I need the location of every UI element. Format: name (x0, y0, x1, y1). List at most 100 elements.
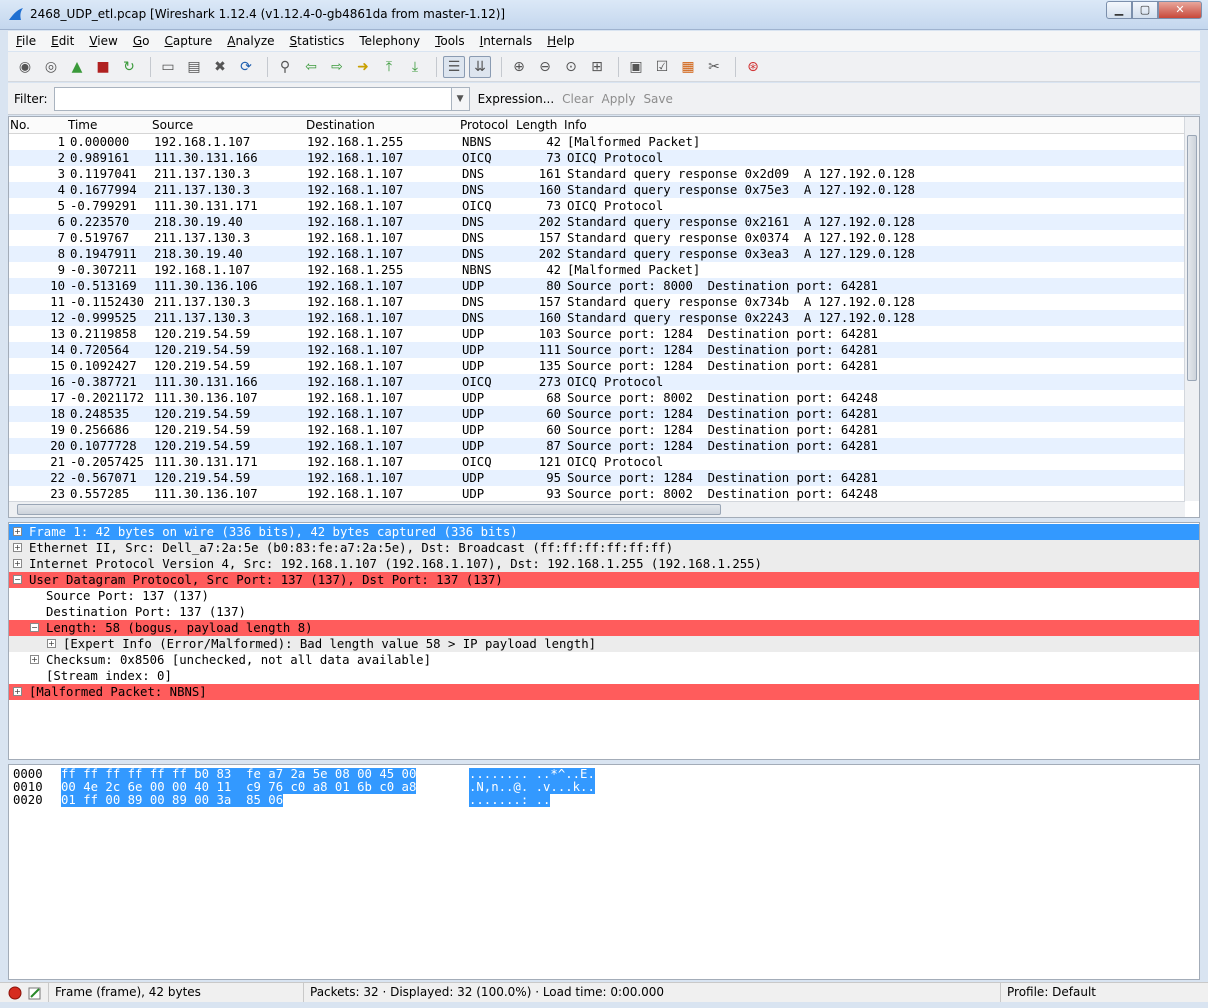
menu-item-edit[interactable]: Edit (43, 34, 81, 48)
column-header-no[interactable]: No. (10, 118, 30, 132)
tree-item[interactable]: + Ethernet II, Src: Dell_a7:2a:5e (b0:83:… (9, 540, 1199, 556)
expand-icon[interactable]: + (13, 559, 22, 568)
tree-item[interactable]: Source Port: 137 (137) (9, 588, 1199, 604)
menu-item-analyze[interactable]: Analyze (219, 34, 281, 48)
last-packet-button[interactable]: ⤓ (404, 56, 426, 78)
find-button[interactable]: ⚲ (274, 56, 296, 78)
column-header-protocol[interactable]: Protocol (460, 118, 508, 132)
start-capture-button[interactable]: ▲ (66, 56, 88, 78)
packet-row[interactable]: 1 0.000000 192.168.1.107 192.168.1.255 NBNS 4… (9, 134, 1185, 150)
preferences-button[interactable]: ✂ (703, 56, 725, 78)
collapse-icon[interactable]: − (30, 623, 39, 632)
packet-row[interactable]: 22 -0.567071 120.219.54.59 192.168.1.107 UDP… (9, 470, 1185, 486)
tree-item[interactable]: Destination Port: 137 (137) (9, 604, 1199, 620)
expert-info-error-icon[interactable] (8, 986, 22, 1000)
close-button[interactable]: ✕ (1158, 1, 1202, 19)
packet-row[interactable]: 20 0.1077728 120.219.54.59 192.168.1.107 UDP… (9, 438, 1185, 454)
packet-row[interactable]: 12 -0.999525 211.137.130.3 192.168.1.107 DNS… (9, 310, 1185, 326)
stop-capture-button[interactable]: ■ (92, 56, 114, 78)
collapse-icon[interactable]: − (13, 575, 22, 584)
maximize-button[interactable]: ▢ (1132, 1, 1158, 19)
tree-item[interactable]: + [Expert Info (Error/Malformed): Bad len… (9, 636, 1199, 652)
clear-button[interactable]: Clear (562, 92, 593, 106)
column-header-info[interactable]: Info (564, 118, 587, 132)
packet-row[interactable]: 3 0.1197041 211.137.130.3 192.168.1.107 DNS 1… (9, 166, 1185, 182)
menu-item-help[interactable]: Help (539, 34, 581, 48)
column-header-time[interactable]: Time (68, 118, 97, 132)
menu-item-telephony[interactable]: Telephony (351, 34, 427, 48)
zoom-out-button[interactable]: ⊖ (534, 56, 556, 78)
tree-item[interactable]: − User Datagram Protocol, Src Port: 137 (… (9, 572, 1199, 588)
packet-row[interactable]: 19 0.256686 120.219.54.59 192.168.1.107 UDP 6… (9, 422, 1185, 438)
packet-row[interactable]: 9 -0.307211 192.168.1.107 192.168.1.255 NBNS… (9, 262, 1185, 278)
restart-capture-button[interactable]: ↻ (118, 56, 140, 78)
filter-input[interactable] (53, 86, 452, 111)
capture-comment-icon[interactable] (28, 986, 42, 1000)
packet-list-pane[interactable]: No. Time Source Destination Protocol Len… (8, 116, 1200, 518)
menu-item-internals[interactable]: Internals (472, 34, 540, 48)
reload-button[interactable]: ⟳ (235, 56, 257, 78)
tree-item[interactable]: + Frame 1: 42 bytes on wire (336 bits), 4… (9, 524, 1199, 540)
menu-item-tools[interactable]: Tools (427, 34, 472, 48)
packet-row[interactable]: 16 -0.387721 111.30.131.166 192.168.1.107 OI… (9, 374, 1185, 390)
packet-bytes-pane[interactable]: 0000 ff ff ff ff ff ff b0 83 fe a7 2a 5e … (8, 764, 1200, 980)
expand-icon[interactable]: + (47, 639, 56, 648)
packet-details-pane[interactable]: + Frame 1: 42 bytes on wire (336 bits), 4… (8, 522, 1200, 760)
status-profile[interactable]: Profile: Default (1000, 983, 1200, 1002)
interfaces-button[interactable]: ◉ (14, 56, 36, 78)
packet-row[interactable]: 10 -0.513169 111.30.136.106 192.168.1.107 UD… (9, 278, 1185, 294)
autoscroll-button[interactable]: ⇊ (469, 55, 491, 78)
packet-row[interactable]: 5 -0.799291 111.30.131.171 192.168.1.107 OIC… (9, 198, 1185, 214)
filter-dropdown-button[interactable]: ▼ (451, 86, 470, 111)
packet-row[interactable]: 4 0.1677994 211.137.130.3 192.168.1.107 DNS 1… (9, 182, 1185, 198)
display-filters-button[interactable]: ☑ (651, 56, 673, 78)
menu-item-capture[interactable]: Capture (156, 34, 219, 48)
column-header-source[interactable]: Source (152, 118, 193, 132)
menu-item-go[interactable]: Go (125, 34, 157, 48)
scrollbar-thumb[interactable] (17, 504, 721, 515)
packet-list-horizontal-scrollbar[interactable] (9, 501, 1185, 517)
expand-icon[interactable]: + (13, 687, 22, 696)
packet-row[interactable]: 6 0.223570 218.30.19.40 192.168.1.107 DNS 202… (9, 214, 1185, 230)
zoom-in-button[interactable]: ⊕ (508, 56, 530, 78)
back-button[interactable]: ⇦ (300, 56, 322, 78)
scrollbar-thumb[interactable] (1187, 135, 1197, 381)
help-button[interactable]: ⊛ (742, 56, 764, 78)
minimize-button[interactable]: ▁ (1106, 1, 1132, 19)
tree-item[interactable]: [Stream index: 0] (9, 668, 1199, 684)
packet-row[interactable]: 23 0.557285 111.30.136.107 192.168.1.107 UDP… (9, 486, 1185, 502)
capture-filters-button[interactable]: ▣ (625, 56, 647, 78)
packet-row[interactable]: 13 0.2119858 120.219.54.59 192.168.1.107 UDP… (9, 326, 1185, 342)
goto-packet-button[interactable]: ➜ (352, 56, 374, 78)
menu-item-view[interactable]: View (81, 34, 124, 48)
expand-icon[interactable]: + (13, 543, 22, 552)
packet-row[interactable]: 14 0.720564 120.219.54.59 192.168.1.107 UDP 1… (9, 342, 1185, 358)
packet-row[interactable]: 21 -0.2057425 111.30.131.171 192.168.1.107 O… (9, 454, 1185, 470)
menu-item-file[interactable]: File (8, 34, 43, 48)
forward-button[interactable]: ⇨ (326, 56, 348, 78)
save-filter-button[interactable]: Save (643, 92, 672, 106)
packet-row[interactable]: 8 0.1947911 218.30.19.40 192.168.1.107 DNS 20… (9, 246, 1185, 262)
packet-list-vertical-scrollbar[interactable] (1184, 117, 1199, 501)
packet-row[interactable]: 15 0.1092427 120.219.54.59 192.168.1.107 UDP… (9, 358, 1185, 374)
options-button[interactable]: ◎ (40, 56, 62, 78)
packet-row[interactable]: 11 -0.1152430 211.137.130.3 192.168.1.107 DN… (9, 294, 1185, 310)
coloring-rules-button[interactable]: ▦ (677, 56, 699, 78)
tree-item[interactable]: + Checksum: 0x8506 [unchecked, not all da… (9, 652, 1199, 668)
expand-icon[interactable]: + (13, 527, 22, 536)
tree-item[interactable]: + [Malformed Packet: NBNS] (9, 684, 1199, 700)
packet-row[interactable]: 18 0.248535 120.219.54.59 192.168.1.107 UDP 6… (9, 406, 1185, 422)
save-file-button[interactable]: ▤ (183, 56, 205, 78)
close-file-button[interactable]: ✖ (209, 56, 231, 78)
apply-button[interactable]: Apply (602, 92, 636, 106)
expression-button[interactable]: Expression... (478, 92, 555, 106)
hex-ascii[interactable]: .......: .. (469, 794, 551, 807)
packet-row[interactable]: 17 -0.2021172 111.30.136.107 192.168.1.107 U… (9, 390, 1185, 406)
tree-item[interactable]: + Internet Protocol Version 4, Src: 192.1… (9, 556, 1199, 572)
column-header-destination[interactable]: Destination (306, 118, 375, 132)
packet-row[interactable]: 7 0.519767 211.137.130.3 192.168.1.107 DNS 15… (9, 230, 1185, 246)
packet-row[interactable]: 2 0.989161 111.30.131.166 192.168.1.107 OICQ… (9, 150, 1185, 166)
tree-item[interactable]: − Length: 58 (bogus, payload length 8) (9, 620, 1199, 636)
menu-item-statistics[interactable]: Statistics (282, 34, 352, 48)
expand-icon[interactable]: + (30, 655, 39, 664)
